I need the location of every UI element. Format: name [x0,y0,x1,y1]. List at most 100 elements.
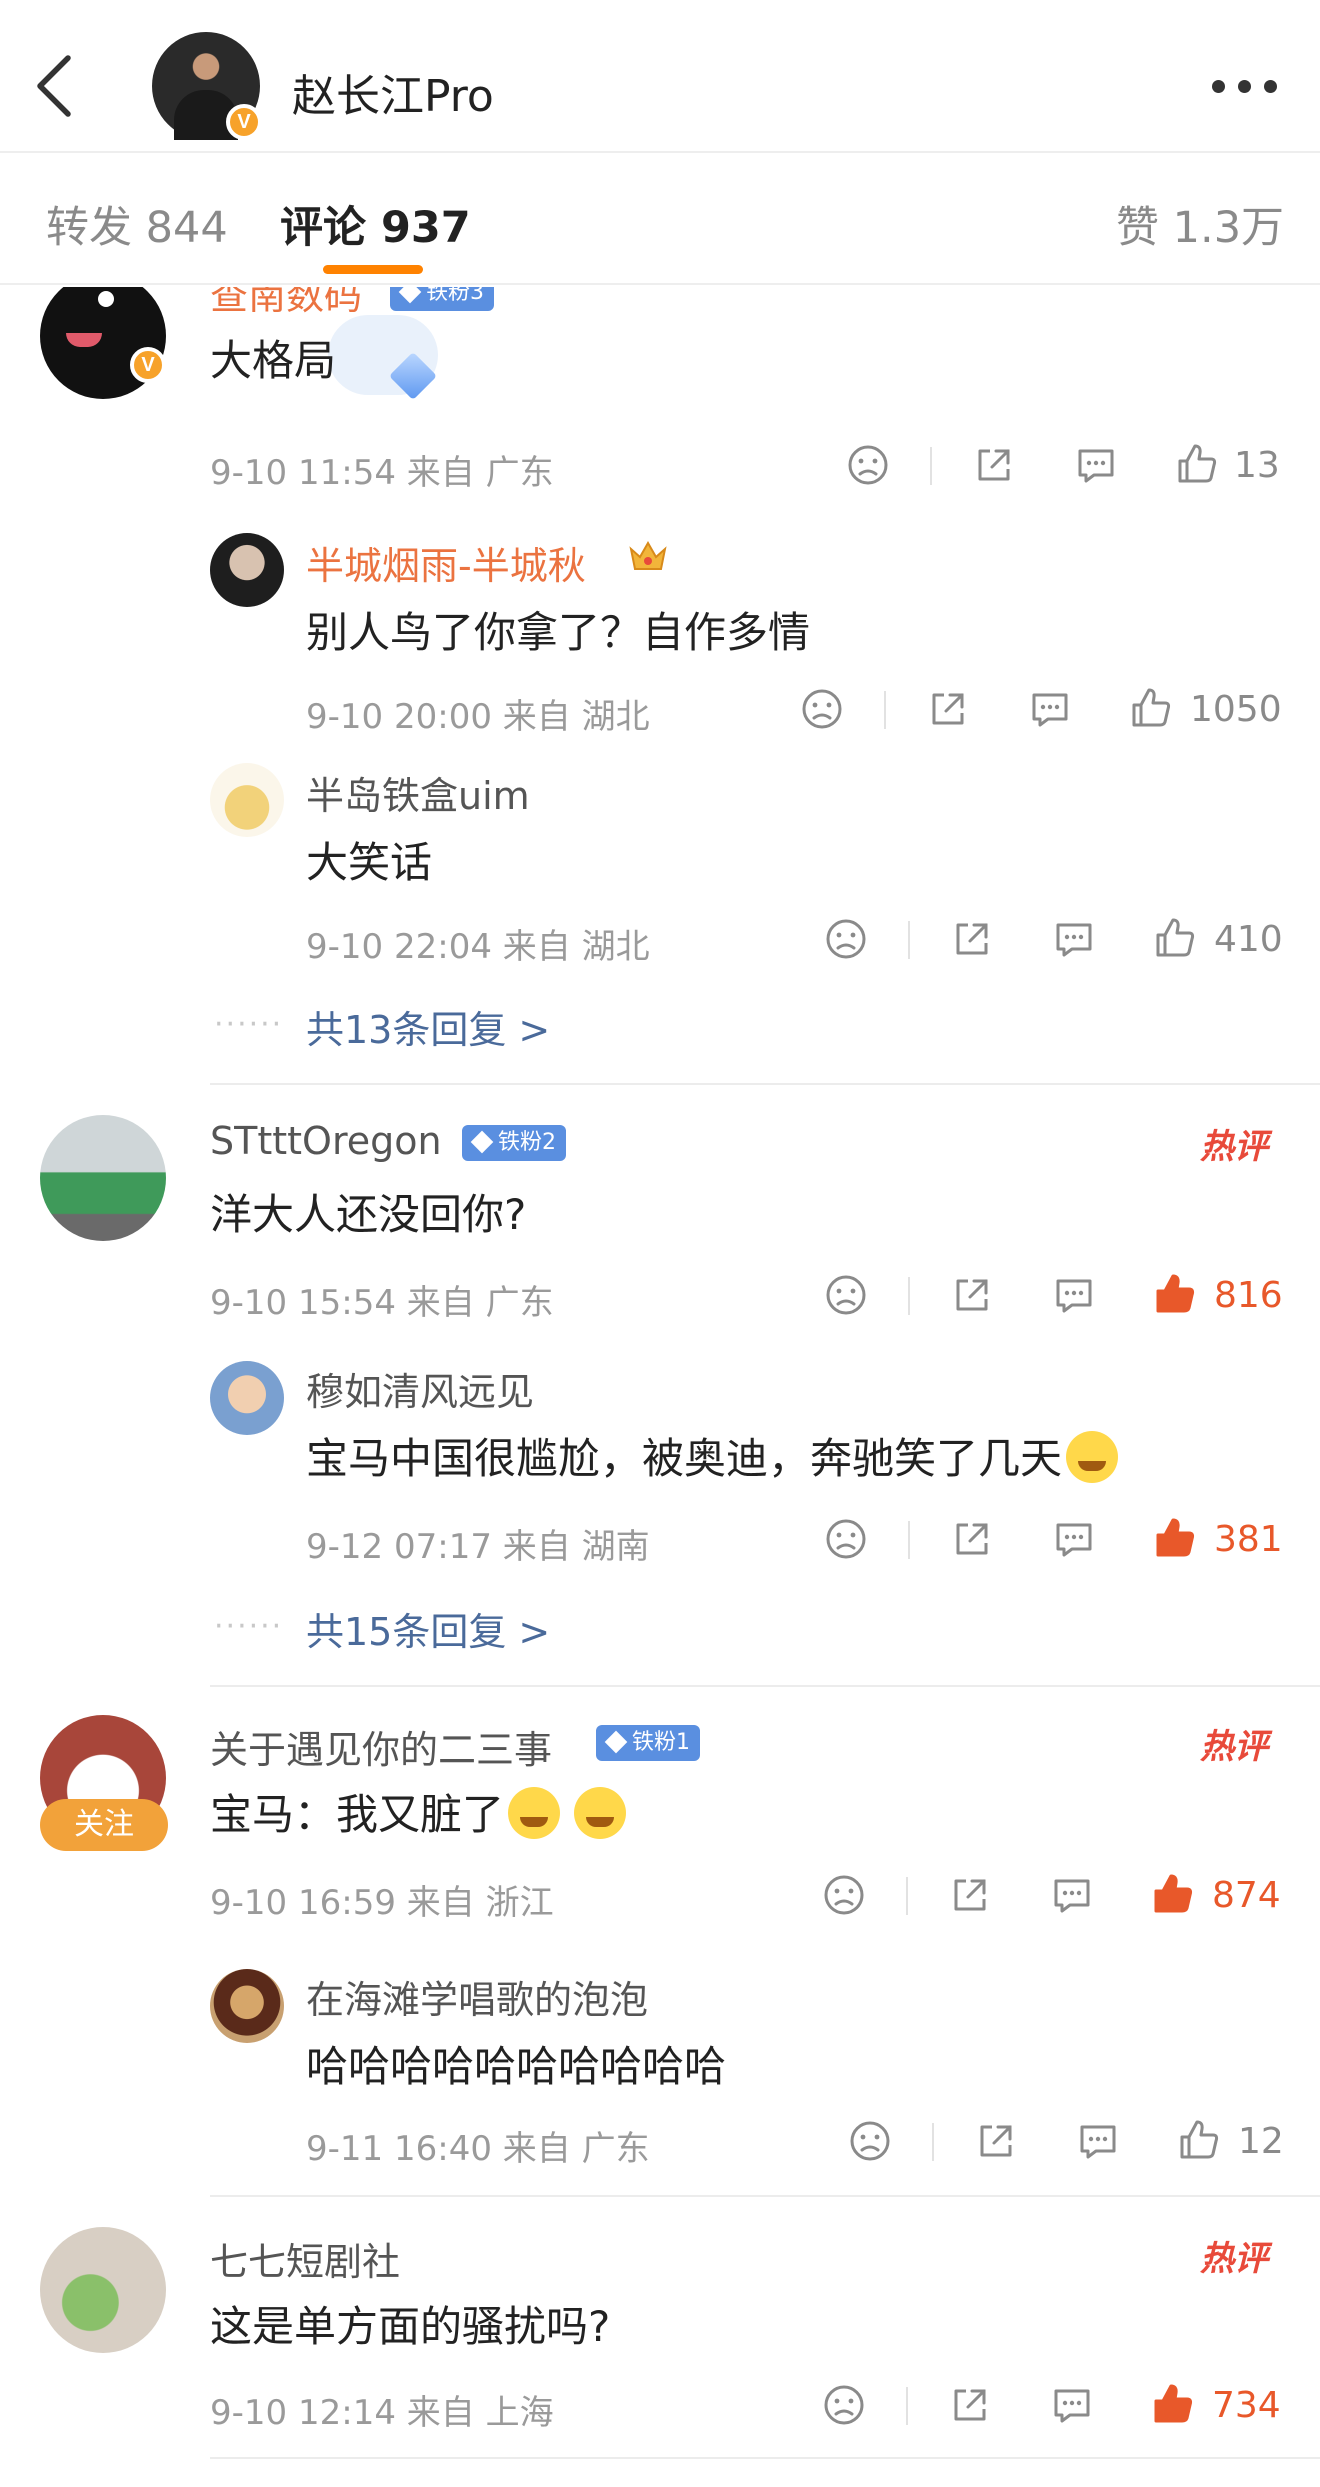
share-button[interactable] [974,2119,1018,2163]
reply-button[interactable] [1050,1873,1094,1917]
reply-avatar[interactable] [210,763,284,837]
follow-button[interactable]: 关注 [40,1799,168,1851]
like-button[interactable] [1152,915,1198,961]
dislike-button[interactable] [848,2119,892,2163]
dislike-button[interactable] [800,687,844,731]
like-button[interactable] [1150,2381,1196,2427]
comment-location: 来自 浙江 [406,1883,554,1923]
fan-level-badge: 铁粉1 [596,1725,700,1761]
dislike-face-icon [848,445,888,485]
reply-username[interactable]: 在海滩学唱歌的泡泡 [306,1969,648,2024]
share-button[interactable] [950,1517,994,1561]
dislike-button[interactable] [822,2383,866,2427]
like-count: 874 [1212,1875,1281,1916]
thumb-up-icon [1154,2384,1193,2423]
comment-location: 来自 上海 [406,2393,554,2433]
back-button[interactable] [28,52,84,120]
share-button[interactable] [950,917,994,961]
reply-button[interactable] [1028,687,1072,731]
like-count: 816 [1214,1275,1283,1316]
reply-meta: 9-12 07:17 来自 湖南 [306,1519,650,1568]
tab-bar: 转发 844 评论 937 赞 1.3万 [0,155,1320,285]
hot-comment-tag: 热评 [1200,1727,1268,1767]
reply-username[interactable]: 半岛铁盒uim [306,765,530,820]
top-bar: V 赵长江Pro [0,0,1320,153]
thumb-up-icon [1178,444,1217,483]
reply-button[interactable] [1052,1273,1096,1317]
reply-button[interactable] [1052,1517,1096,1561]
comment-icon [1054,1879,1090,1913]
share-button[interactable] [926,687,970,731]
more-dots-divider: ······ [214,1609,284,1644]
like-button[interactable] [1152,1515,1198,1561]
dislike-face-icon [826,1519,866,1559]
reply-location: 来自 湖南 [502,1527,650,1567]
comment-avatar[interactable] [40,2227,166,2353]
comment-icon [1054,2389,1090,2423]
dislike-button[interactable] [846,443,890,487]
comment-username[interactable]: STtttOregon [210,1119,442,1163]
comment-icon [1056,1523,1092,1557]
author-avatar[interactable]: V [152,32,262,140]
tab-likes[interactable]: 赞 1.3万 [1116,193,1284,255]
tab-comments[interactable]: 评论 937 [280,193,471,255]
comment-divider [210,1083,1320,1085]
share-button[interactable] [950,1273,994,1317]
thumb-up-icon [1154,1874,1193,1913]
dislike-button[interactable] [824,1517,868,1561]
reply-button[interactable] [1074,443,1118,487]
reply-avatar[interactable] [210,1361,284,1435]
tab-reposts[interactable]: 转发 844 [46,193,228,255]
dislike-button[interactable] [822,1873,866,1917]
fan-level-badge: 铁粉3 [390,287,494,311]
share-button[interactable] [972,443,1016,487]
more-dots-icon [1212,80,1225,93]
share-button[interactable] [948,2383,992,2427]
reply-username[interactable]: 穆如清风远见 [306,1361,534,1416]
comment-avatar[interactable] [40,1115,166,1241]
dislike-button[interactable] [824,1273,868,1317]
comment-icon [1080,2125,1116,2159]
comment-username[interactable]: 关于遇见你的二三事 [210,1719,552,1774]
like-button[interactable] [1150,1871,1196,1917]
more-button[interactable] [1212,74,1278,94]
reply-meta: 9-10 22:04 来自 湖北 [306,919,650,968]
dislike-face-icon [826,919,866,959]
comment-time: 9-10 16:59 [210,1883,396,1923]
view-replies-link[interactable]: 共15条回复 > [306,1601,550,1656]
comment-divider [210,1685,1320,1687]
like-count: 734 [1212,2385,1281,2426]
reply-time: 9-10 22:04 [306,927,492,967]
verified-badge: V [226,104,262,140]
like-button[interactable] [1152,1271,1198,1317]
comment-icon [1056,1279,1092,1313]
reply-meta: 9-11 16:40 来自 广东 [306,2121,650,2170]
dislike-face-icon [850,2121,890,2161]
view-replies-link[interactable]: 共13条回复 > [306,999,550,1054]
comment-meta: 9-10 11:54 来自 广东 [210,445,554,494]
reply-button[interactable] [1052,917,1096,961]
like-button[interactable] [1176,2117,1222,2163]
share-button[interactable] [948,1873,992,1917]
author-name[interactable]: 赵长江Pro [292,60,494,124]
share-icon [954,2389,986,2421]
comment-text: 这是单方面的骚扰吗? [210,2302,611,2351]
dislike-button[interactable] [824,917,868,961]
like-button[interactable] [1174,441,1220,487]
verified-badge: V [130,347,166,383]
comment-time: 9-10 11:54 [210,453,396,493]
share-icon [956,923,988,955]
reply-button[interactable] [1076,2119,1120,2163]
reply-avatar[interactable] [210,1969,284,2043]
reply-username[interactable]: 半城烟雨-半城秋 [306,535,586,590]
comment-meta: 9-10 15:54 来自 广东 [210,1275,554,1324]
reply-time: 9-10 20:00 [306,697,492,737]
reply-avatar[interactable] [210,533,284,607]
comment-username[interactable]: 七七短剧社 [210,2231,400,2286]
reply-text: 宝马中国很尴尬，被奥迪，奔驰笑了几天 [306,1425,1119,1486]
reply-button[interactable] [1050,2383,1094,2427]
comment-username[interactable]: 查南数码 [210,287,362,320]
reply-location: 来自 湖北 [502,697,650,737]
like-button[interactable] [1128,685,1174,731]
comment-meta: 9-10 16:59 来自 浙江 [210,1875,554,1924]
